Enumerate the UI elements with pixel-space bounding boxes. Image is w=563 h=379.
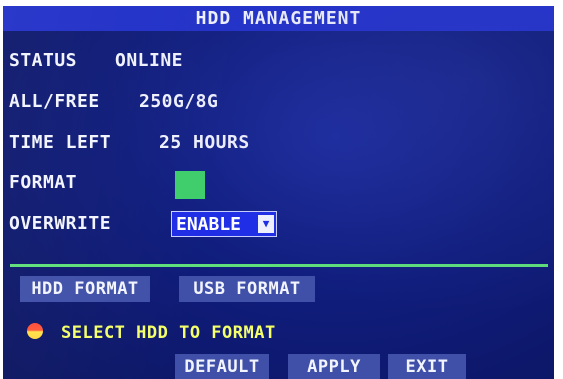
usb-format-button[interactable]: USB FORMAT: [179, 276, 315, 302]
all-free-label: ALL/FREE: [9, 91, 100, 112]
format-label: FORMAT: [9, 172, 78, 193]
overwrite-select-value: ENABLE: [176, 214, 242, 235]
format-hint-message: SELECT HDD TO FORMAT: [61, 323, 276, 343]
apply-button[interactable]: APPLY: [288, 354, 380, 379]
exit-button[interactable]: EXIT: [388, 354, 466, 379]
all-free-value: 250G/8G: [139, 91, 219, 112]
page-title: HDD MANAGEMENT: [3, 6, 554, 31]
default-button[interactable]: DEFAULT: [175, 354, 269, 379]
hdd-management-screen: HDD MANAGEMENT STATUS ONLINE ALL/FREE 25…: [3, 6, 554, 379]
status-label: STATUS: [9, 50, 78, 71]
triangle-down-icon[interactable]: ▼: [258, 215, 274, 233]
divider: [10, 264, 548, 267]
time-left-value: 25 HOURS: [159, 132, 250, 153]
format-checkbox[interactable]: [175, 171, 205, 199]
time-left-label: TIME LEFT: [9, 132, 112, 153]
overwrite-select[interactable]: ENABLE ▼: [171, 211, 277, 237]
overwrite-label: OVERWRITE: [9, 213, 112, 234]
hdd-format-button[interactable]: HDD FORMAT: [20, 276, 150, 302]
status-value: ONLINE: [115, 50, 184, 71]
status-dot-icon: [27, 323, 43, 339]
